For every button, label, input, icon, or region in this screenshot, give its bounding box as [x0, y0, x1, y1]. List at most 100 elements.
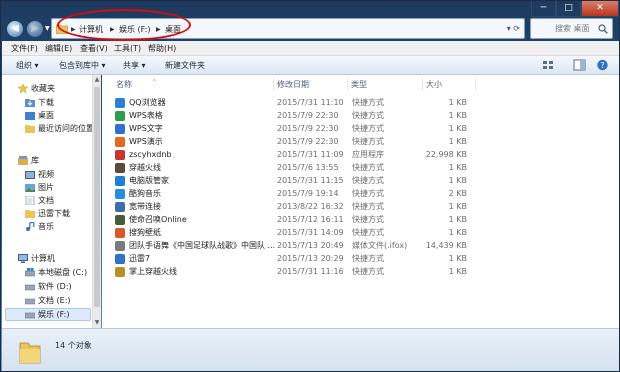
file-type: 快捷方式: [352, 124, 384, 133]
file-row[interactable]: 使命召唤Online 2015/7/12 16:11 快捷方式 1 KB: [112, 213, 472, 226]
file-date: 2015/7/31 11:15: [277, 176, 344, 185]
forward-button[interactable]: ▶: [26, 20, 44, 38]
file-row[interactable]: 电脑版管家 2015/7/31 11:15 快捷方式 1 KB: [112, 174, 472, 187]
navigation-scrollbar[interactable]: ▲ ▼: [92, 75, 101, 328]
file-name: 酷狗音乐: [129, 189, 161, 198]
column-header-name[interactable]: 名称 ^: [116, 79, 157, 90]
file-row[interactable]: WPS演示 2015/7/9 22:30 快捷方式 1 KB: [112, 135, 472, 148]
drive-icon: [25, 298, 35, 305]
column-divider[interactable]: [475, 78, 476, 91]
search-icon[interactable]: [598, 24, 608, 34]
file-icon: [115, 241, 125, 251]
column-divider[interactable]: [273, 78, 274, 91]
file-date: 2015/7/9 22:30: [277, 137, 339, 146]
file-type: 快捷方式: [352, 228, 384, 237]
close-button[interactable]: ✕: [581, 1, 619, 17]
maximize-button[interactable]: □: [556, 1, 581, 17]
file-size: 1 KB: [448, 215, 467, 224]
star-icon: [18, 84, 28, 93]
file-size: 1 KB: [448, 254, 467, 263]
file-type: 快捷方式: [352, 254, 384, 263]
file-row[interactable]: 穿越火线 2015/7/6 13:55 快捷方式 1 KB: [112, 161, 472, 174]
file-name: 搜狗壁纸: [129, 228, 161, 237]
search-box[interactable]: 搜索 桌面: [530, 18, 613, 39]
object-count: 14 个对象: [55, 341, 92, 350]
menu-file[interactable]: 文件(F): [11, 43, 38, 54]
share-button[interactable]: 共享 ▾: [123, 60, 146, 71]
new-folder-button[interactable]: 新建文件夹: [165, 60, 205, 71]
file-icon: [115, 150, 125, 160]
column-divider[interactable]: [422, 78, 423, 91]
menu-view[interactable]: 查看(V): [80, 43, 108, 54]
scroll-up-arrow-icon[interactable]: ▲: [93, 76, 101, 84]
file-date: 2015/7/9 22:30: [277, 111, 339, 120]
file-date: 2015/7/13 20:29: [277, 254, 344, 263]
preview-pane-icon[interactable]: [573, 59, 586, 71]
file-size: 1 KB: [448, 124, 467, 133]
file-icon: [115, 215, 125, 225]
file-type: 快捷方式: [352, 215, 384, 224]
scroll-down-arrow-icon[interactable]: ▼: [93, 319, 101, 327]
details-pane: 14 个对象: [2, 328, 619, 371]
file-type: 应用程序: [352, 150, 384, 159]
video-library-icon: [25, 171, 35, 179]
include-in-library-button[interactable]: 包含到库中 ▾: [59, 60, 106, 71]
file-size: 1 KB: [448, 176, 467, 185]
file-icon: [115, 124, 125, 134]
file-row[interactable]: 酷狗音乐 2015/7/9 19:14 快捷方式 2 KB: [112, 187, 472, 200]
menu-edit[interactable]: 编辑(E): [45, 43, 72, 54]
file-date: 2015/7/9 22:30: [277, 124, 339, 133]
file-row[interactable]: 搜狗壁纸 2015/7/31 14:09 快捷方式 1 KB: [112, 226, 472, 239]
red-annotation-circle: [57, 9, 191, 41]
file-size: 1 KB: [448, 267, 467, 276]
file-list-pane: 名称 ^ 修改日期 类型 大小 QQ浏览器 2015/7/31 11:10 快捷方式 1…: [102, 75, 619, 328]
file-row[interactable]: WPS文字 2015/7/9 22:30 快捷方式 1 KB: [112, 122, 472, 135]
scrollbar-thumb[interactable]: [94, 87, 100, 307]
documents-library-icon: [25, 196, 35, 205]
back-button[interactable]: ◀: [6, 20, 24, 38]
system-drive-icon: [25, 268, 35, 277]
file-icon: [115, 176, 125, 186]
file-size: 22,998 KB: [425, 150, 467, 159]
change-view-icon[interactable]: [542, 59, 555, 71]
file-date: 2015/7/31 14:09: [277, 228, 344, 237]
drive-icon: [25, 312, 35, 319]
svg-text:?: ?: [600, 61, 604, 70]
file-icon: [115, 111, 125, 121]
organize-button[interactable]: 组织 ▾: [16, 60, 39, 71]
menu-help[interactable]: 帮助(H): [148, 43, 176, 54]
file-name: 穿越火线: [129, 163, 161, 172]
column-header-size[interactable]: 大小: [426, 79, 442, 90]
file-type: 快捷方式: [352, 111, 384, 120]
pictures-library-icon: [25, 184, 35, 192]
help-icon[interactable]: ?: [596, 59, 609, 71]
file-size: 1 KB: [448, 111, 467, 120]
file-icon: [115, 189, 125, 199]
address-history-and-refresh[interactable]: ▾ ⟳: [492, 22, 520, 35]
column-divider[interactable]: [347, 78, 348, 91]
file-icon: [115, 137, 125, 147]
file-name: 团队手语舞《中国足球队战歌》中国队 ...: [129, 241, 276, 250]
sort-ascending-icon: ^: [152, 79, 158, 86]
file-name: 使命召唤Online: [129, 215, 187, 224]
xunlei-folder-icon: [25, 210, 35, 218]
file-row[interactable]: 宽带连接 2013/8/22 16:32 快捷方式 1 KB: [112, 200, 472, 213]
file-row[interactable]: WPS表格 2015/7/9 22:30 快捷方式 1 KB: [112, 109, 472, 122]
file-size: 1 KB: [448, 137, 467, 146]
minimize-button[interactable]: ─: [531, 1, 556, 17]
menu-bar: 文件(F) 编辑(E) 查看(V) 工具(T) 帮助(H): [2, 41, 619, 56]
file-row[interactable]: QQ浏览器 2015/7/31 11:10 快捷方式 1 KB: [112, 96, 472, 109]
file-row[interactable]: 掌上穿越火线 2015/7/31 11:16 快捷方式 1 KB: [112, 265, 472, 278]
file-row[interactable]: zscyhxdnb 2015/7/31 11:09 应用程序 22,998 KB: [112, 148, 472, 161]
column-header-type[interactable]: 类型: [351, 79, 367, 90]
music-library-icon: [26, 222, 35, 231]
menu-tools[interactable]: 工具(T): [114, 43, 141, 54]
file-row[interactable]: 团队手语舞《中国足球队战歌》中国队 ... 2015/7/13 20:49 媒体文件…: [112, 239, 472, 252]
maximize-icon: □: [564, 3, 573, 13]
title-bar: ─ □ ✕ ◀ ▶ ▼ ▶ 计算机 ▶ 娱乐 (F:) ▶ 桌面 ▾ ⟳ 搜索 …: [1, 1, 619, 41]
column-header-date[interactable]: 修改日期: [277, 79, 309, 90]
file-row[interactable]: 迅雷7 2015/7/13 20:29 快捷方式 1 KB: [112, 252, 472, 265]
close-icon: ✕: [596, 3, 604, 13]
file-date: 2015/7/31 11:10: [277, 98, 344, 107]
file-date: 2015/7/31 11:09: [277, 150, 344, 159]
